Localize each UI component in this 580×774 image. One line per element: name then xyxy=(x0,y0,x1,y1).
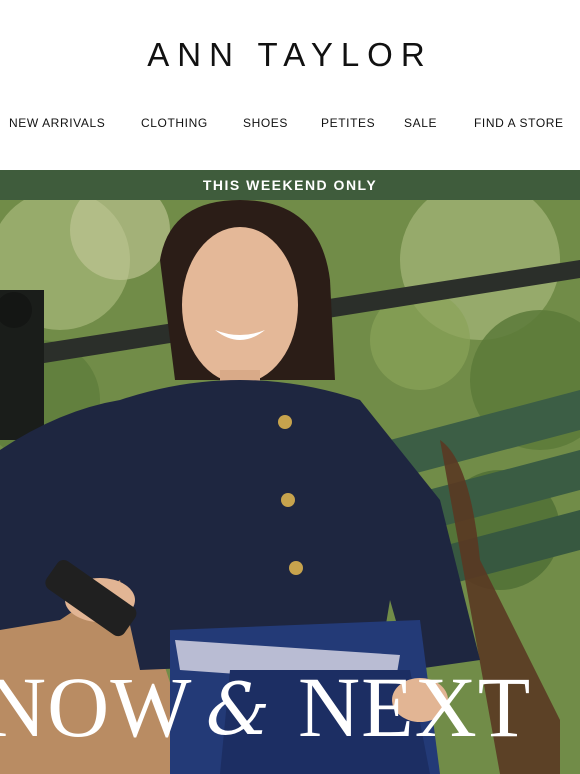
headline-ampersand: & xyxy=(206,667,271,751)
hero-headline: NOW & NEXT xyxy=(0,662,580,752)
nav-sale[interactable]: SALE xyxy=(404,116,437,130)
main-nav: NEW ARRIVALS CLOTHING SHOES PETITES SALE… xyxy=(0,116,580,132)
headline-now: NOW xyxy=(0,659,193,755)
nav-find-a-store[interactable]: FIND A STORE xyxy=(474,116,564,130)
promo-banner[interactable]: THIS WEEKEND ONLY xyxy=(0,170,580,200)
nav-clothing[interactable]: CLOTHING xyxy=(141,116,208,130)
hero-banner[interactable]: NOW & NEXT xyxy=(0,200,580,774)
nav-petites[interactable]: PETITES xyxy=(321,116,375,130)
email-header: ANN TAYLOR NEW ARRIVALS CLOTHING SHOES P… xyxy=(0,0,580,170)
headline-next: NEXT xyxy=(298,659,532,755)
nav-shoes[interactable]: SHOES xyxy=(243,116,288,130)
nav-new-arrivals[interactable]: NEW ARRIVALS xyxy=(9,116,105,130)
brand-logo[interactable]: ANN TAYLOR xyxy=(0,36,580,74)
